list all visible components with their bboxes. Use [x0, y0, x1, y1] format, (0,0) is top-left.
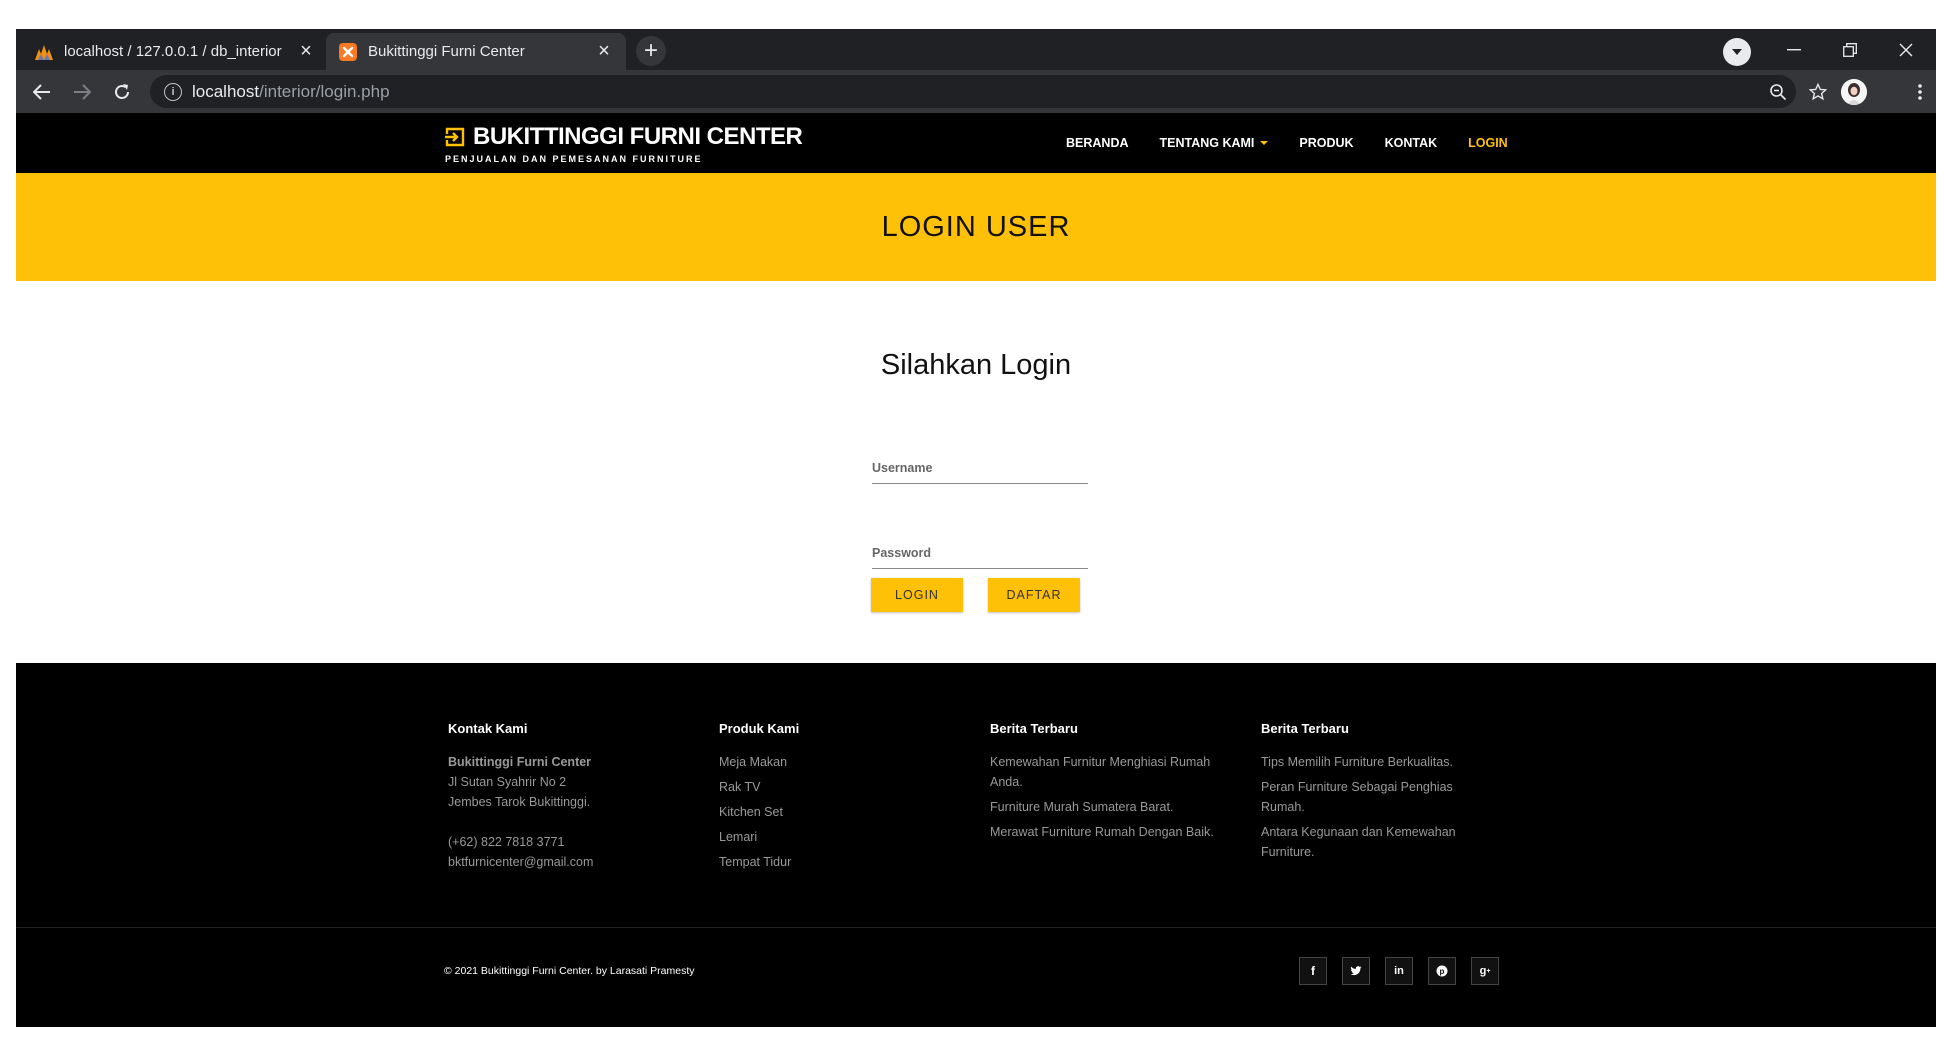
nav-beranda[interactable]: BERANDA	[1066, 136, 1129, 150]
address-line: Jl Sutan Syahrir No 2	[448, 775, 567, 789]
tab-bar: localhost / 127.0.0.1 / db_interior × Bu…	[16, 29, 1936, 70]
profile-avatar[interactable]	[1841, 79, 1867, 105]
restore-icon[interactable]	[1822, 29, 1878, 70]
product-link[interactable]: Lemari	[719, 827, 969, 847]
main-nav: BERANDA TENTANG KAMI PRODUK KONTAK LOGIN	[1066, 113, 1539, 173]
login-heading: Silahkan Login	[880, 349, 1072, 381]
browser-toolbar: i localhost/interior/login.php	[16, 70, 1936, 113]
minimize-icon[interactable]	[1766, 29, 1822, 70]
footer-heading: Kontak Kami	[448, 721, 528, 736]
password-field[interactable]	[872, 537, 1088, 569]
news-link[interactable]: Tips Memilih Furniture Berkualitas.	[1261, 752, 1491, 772]
tab-furni-center[interactable]: Bukittinggi Furni Center ×	[326, 33, 626, 70]
caret-down-icon	[1260, 141, 1269, 145]
product-link[interactable]: Meja Makan	[719, 752, 969, 772]
tab-search-icon[interactable]	[1723, 38, 1751, 66]
news-link[interactable]: Kemewahan Furnitur Menghiasi Rumah Anda.	[990, 752, 1238, 792]
news-link[interactable]: Furniture Murah Sumatera Barat.	[990, 797, 1238, 817]
footer-heading: Berita Terbaru	[990, 721, 1078, 736]
tab-phpmyadmin[interactable]: localhost / 127.0.0.1 / db_interior ×	[22, 33, 328, 70]
forward-icon[interactable]	[66, 76, 98, 108]
new-tab-button[interactable]: +	[636, 36, 666, 66]
login-icon	[444, 126, 466, 148]
news-link[interactable]: Merawat Furniture Rumah Dengan Baik.	[990, 822, 1238, 842]
company-name: Bukittinggi Furni Center	[448, 755, 592, 769]
footer-contact: Kontak Kami Bukittinggi Furni Center Jl …	[448, 721, 698, 872]
page-banner: LOGIN USER	[16, 173, 1936, 281]
google-plus-icon[interactable]: g +	[1471, 957, 1499, 985]
url-host: localhost	[192, 81, 260, 101]
zoom-icon[interactable]	[1762, 76, 1794, 108]
footer-news-1: Berita Terbaru Kemewahan Furnitur Menghi…	[990, 721, 1238, 847]
username-field[interactable]	[872, 452, 1088, 484]
footer-products: Produk Kami Meja Makan Rak TV Kitchen Se…	[719, 721, 969, 877]
email-link[interactable]: bktfurnicenter@gmail.com	[448, 852, 698, 872]
copyright-text: © 2021 Bukittinggi Furni Center. by Lara…	[444, 965, 695, 977]
footer-heading: Produk Kami	[719, 721, 800, 736]
site-info-icon[interactable]: i	[164, 82, 182, 101]
tab-close-icon[interactable]: ×	[594, 40, 614, 62]
news-link[interactable]: Antara Kegunaan dan Kemewahan Furniture.	[1261, 822, 1491, 862]
tab-close-icon[interactable]: ×	[296, 40, 316, 62]
tab-title: localhost / 127.0.0.1 / db_interior	[64, 43, 282, 60]
screen: localhost / 127.0.0.1 / db_interior × Bu…	[0, 0, 1952, 1047]
twitter-icon[interactable]	[1342, 957, 1370, 985]
nav-kontak[interactable]: KONTAK	[1385, 136, 1438, 150]
svg-text:p: p	[1440, 967, 1445, 976]
register-button[interactable]: DAFTAR	[988, 578, 1080, 612]
browser-window: localhost / 127.0.0.1 / db_interior × Bu…	[16, 29, 1936, 1027]
xampp-icon	[338, 42, 358, 62]
bookmark-star-icon[interactable]	[1802, 76, 1834, 108]
site-footer: Kontak Kami Bukittinggi Furni Center Jl …	[16, 663, 1936, 1027]
brand-name: BUKITTINGGI FURNI CENTER	[473, 123, 803, 150]
close-window-icon[interactable]	[1878, 29, 1934, 70]
username-input[interactable]	[872, 452, 1088, 483]
address-bar[interactable]: i localhost/interior/login.php	[150, 75, 1796, 108]
brand-tagline: PENJUALAN DAN PEMESANAN FURNITURE	[445, 154, 703, 164]
nav-tentang-kami[interactable]: TENTANG KAMI	[1160, 136, 1269, 150]
product-link[interactable]: Rak TV	[719, 777, 969, 797]
footer-divider	[16, 927, 1936, 928]
page-title: LOGIN USER	[881, 210, 1071, 243]
nav-produk[interactable]: PRODUK	[1299, 136, 1353, 150]
product-link[interactable]: Kitchen Set	[719, 802, 969, 822]
password-input[interactable]	[872, 537, 1088, 568]
site-header: BUKITTINGGI FURNI CENTER PENJUALAN DAN P…	[16, 113, 1936, 173]
pinterest-icon[interactable]: p	[1428, 957, 1456, 985]
url-path: /interior/login.php	[259, 81, 390, 101]
login-button[interactable]: LOGIN	[871, 578, 963, 612]
phone-number: (+62) 822 7818 3771	[448, 835, 565, 849]
footer-news-2: Berita Terbaru Tips Memilih Furniture Be…	[1261, 721, 1491, 867]
facebook-icon[interactable]: f	[1299, 957, 1327, 985]
browser-menu-icon[interactable]	[1904, 76, 1936, 108]
footer-heading: Berita Terbaru	[1261, 721, 1349, 736]
linkedin-icon[interactable]: in	[1385, 957, 1413, 985]
nav-login[interactable]: LOGIN	[1468, 136, 1508, 150]
back-icon[interactable]	[26, 76, 58, 108]
brand-logo[interactable]: BUKITTINGGI FURNI CENTER PENJUALAN DAN P…	[444, 123, 803, 164]
reload-icon[interactable]	[106, 76, 138, 108]
tab-title: Bukittinggi Furni Center	[368, 43, 525, 60]
news-link[interactable]: Peran Furniture Sebagai Penghias Rumah.	[1261, 777, 1491, 817]
product-link[interactable]: Tempat Tidur	[719, 852, 969, 872]
address-line: Jembes Tarok Bukittinggi.	[448, 795, 591, 809]
phpmyadmin-icon	[34, 42, 54, 62]
